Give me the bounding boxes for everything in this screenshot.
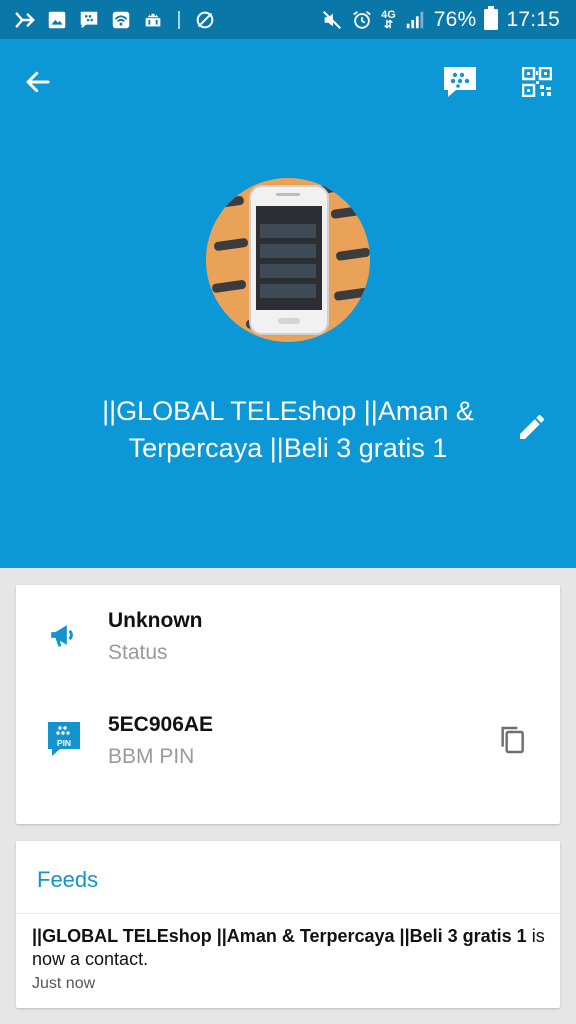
divider xyxy=(16,913,560,914)
back-arrow-icon xyxy=(26,71,50,93)
back-button[interactable] xyxy=(16,60,60,104)
megaphone-icon xyxy=(46,617,82,653)
clock: 17:15 xyxy=(506,8,560,31)
copy-pin-button[interactable] xyxy=(490,718,534,762)
mute-icon xyxy=(321,9,343,31)
svg-text:PIN: PIN xyxy=(57,738,71,748)
bbm-chat-icon xyxy=(444,67,476,97)
feeds-title: Feeds xyxy=(37,867,99,892)
alarm-icon xyxy=(351,9,373,31)
feed-item-name: ||GLOBAL TELEshop ||Aman & Terpercaya ||… xyxy=(32,926,527,946)
status-bar: 4G ⇵ 76% 17:15 xyxy=(0,0,576,39)
kaskus-icon xyxy=(14,9,36,31)
network-type: 4G ⇵ xyxy=(381,9,396,31)
profile-header: ||GLOBAL TELEshop ||Aman & Terpercaya ||… xyxy=(0,39,576,568)
bbm-pin-label: BBM PIN xyxy=(108,745,195,768)
battery-icon xyxy=(484,5,499,35)
qr-code-icon xyxy=(522,67,552,97)
bbm-notification-icon xyxy=(78,9,100,31)
feeds-card: Feeds ||GLOBAL TELEshop ||Aman & Terperc… xyxy=(16,841,560,1008)
contact-info-card: Unknown Status PIN 5EC906AE BBM PIN xyxy=(16,585,560,824)
wifi-icon xyxy=(110,9,132,31)
pencil-icon xyxy=(520,414,545,439)
bbm-chat-button[interactable] xyxy=(438,60,482,104)
android-debug-icon xyxy=(142,9,164,31)
bbm-pin-icon: PIN xyxy=(46,721,82,757)
edit-name-button[interactable] xyxy=(510,405,554,449)
contact-display-name: ||GLOBAL TELEshop ||Aman & Terpercaya ||… xyxy=(102,396,474,463)
status-value: Unknown xyxy=(108,609,203,632)
copy-icon xyxy=(501,726,524,754)
data-saver-icon xyxy=(194,9,216,31)
avatar[interactable] xyxy=(206,178,370,342)
gallery-icon xyxy=(46,9,68,31)
signal-icon xyxy=(404,9,426,31)
qr-code-button[interactable] xyxy=(515,60,559,104)
battery-percent: 76% xyxy=(433,8,477,31)
bbm-pin-value: 5EC906AE xyxy=(108,713,214,736)
status-label: Status xyxy=(108,641,168,664)
feed-item[interactable]: ||GLOBAL TELEshop ||Aman & Terpercaya ||… xyxy=(32,925,552,971)
feed-item-time: Just now xyxy=(32,975,96,992)
phone-photo-image xyxy=(206,178,370,342)
